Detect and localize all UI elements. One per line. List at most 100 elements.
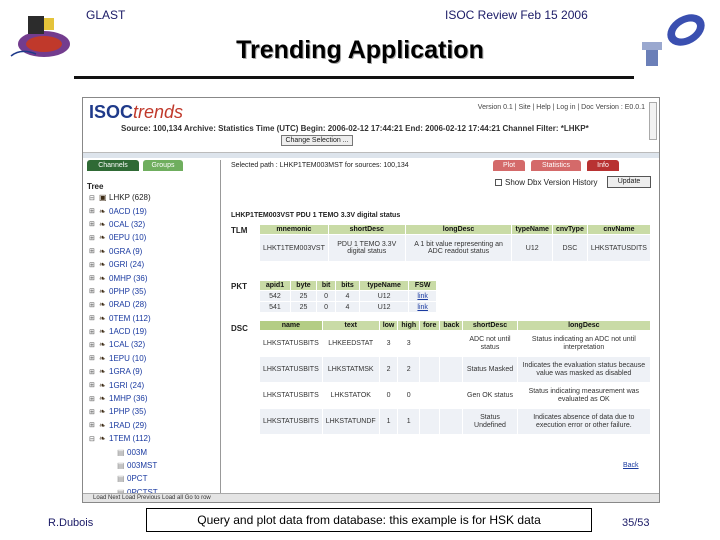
tree-item[interactable]: ⊞ ❧ 0GRI (24) — [89, 258, 219, 271]
expand-icon[interactable]: ⊞ — [89, 408, 99, 416]
column-header[interactable]: byte — [289, 280, 318, 291]
column-header[interactable]: shortDesc — [462, 320, 518, 331]
expand-icon[interactable]: ⊞ — [89, 421, 99, 429]
tree-item[interactable]: ⊞ ❧ 0GRA (9) — [89, 245, 219, 258]
checkbox-icon[interactable] — [495, 179, 502, 187]
column-header[interactable]: shortDesc — [327, 224, 406, 235]
table-cell: A 1 bit value representing an ADC readou… — [404, 234, 513, 262]
header-left: GLAST — [86, 8, 126, 22]
expand-icon[interactable]: ⊞ — [89, 395, 99, 403]
tree-item[interactable]: ⊞ ❧ 1MHP (36) — [89, 392, 219, 405]
tab-statistics[interactable]: Statistics — [531, 160, 581, 171]
column-header[interactable]: typeName — [358, 280, 410, 291]
tree-item[interactable]: ⊞ ❧ 0ACD (19) — [89, 204, 219, 217]
column-header[interactable]: mnemonic — [259, 224, 329, 235]
expand-icon[interactable]: ⊞ — [89, 220, 99, 228]
folder-icon: ▣ — [99, 193, 107, 203]
change-selection-button[interactable]: Change Selection ... — [281, 135, 353, 146]
expand-icon[interactable]: ⊞ — [89, 207, 99, 215]
tree-item[interactable]: ⊞ ❧ 1CAL (32) — [89, 338, 219, 351]
expand-icon[interactable]: ⊞ — [89, 328, 99, 336]
tree-item[interactable]: ⊞ ❧ 1RAD (29) — [89, 419, 219, 432]
tree-root[interactable]: ⊟ ▣ LHKP (628) — [89, 191, 219, 204]
tree-item[interactable]: ⊞ ❧ 0MHP (36) — [89, 271, 219, 284]
tab-channels[interactable]: Channels — [87, 160, 139, 171]
table-cell: LHKSTATUSBITS — [259, 382, 323, 409]
expand-icon[interactable]: ⊞ — [89, 354, 99, 362]
tree-item[interactable]: ⊞ ❧ 1EPU (10) — [89, 352, 219, 365]
expand-icon[interactable]: ⊞ — [89, 368, 99, 376]
table-cell: 25 — [289, 301, 318, 313]
dbx-history-checkbox[interactable]: Show Dbx Version History — [495, 178, 597, 187]
tree-item[interactable]: ⊞ ❧ 1GRA (9) — [89, 365, 219, 378]
column-header[interactable]: bit — [316, 280, 337, 291]
top-links[interactable]: Version 0.1 | Site | Help | Log in | Doc… — [478, 104, 645, 111]
expand-icon[interactable]: ⊞ — [89, 261, 99, 269]
expand-icon[interactable]: ⊞ — [89, 234, 99, 242]
tree-label: Tree — [87, 182, 104, 191]
title-rule — [74, 76, 634, 79]
table-cell: LHKSTATOK — [321, 382, 380, 409]
tree-item[interactable]: ⊟ ❧ 1TEM (112) — [89, 432, 219, 445]
header-scrollbar[interactable] — [649, 102, 657, 140]
back-link[interactable]: Back — [623, 462, 639, 469]
tab-groups[interactable]: Groups — [143, 160, 183, 171]
expand-icon[interactable]: ⊞ — [89, 301, 99, 309]
tree-item[interactable]: ⊞ ❧ 0CAL (32) — [89, 218, 219, 231]
tab-plot[interactable]: Plot — [493, 160, 525, 171]
expand-icon[interactable]: ⊞ — [89, 247, 99, 255]
table-cell: Indicates the evaluation status because … — [516, 356, 652, 383]
column-header[interactable]: name — [259, 320, 323, 331]
tree-item-label: 0TEM (112) — [109, 313, 151, 323]
column-header[interactable]: cnvName — [586, 224, 652, 235]
slide-title: Trending Application — [236, 36, 484, 64]
table-cell[interactable]: link — [408, 290, 437, 302]
column-header[interactable]: high — [397, 320, 421, 331]
tab-info[interactable]: Info — [587, 160, 619, 171]
collapse-icon[interactable]: ⊟ — [89, 435, 99, 443]
column-header[interactable]: FSW — [408, 280, 437, 291]
tree-subitem[interactable]: ▤ 0PCT — [89, 472, 219, 485]
table-cell — [419, 382, 441, 409]
tree-subitem[interactable]: ▤ 003M — [89, 445, 219, 458]
column-header[interactable]: low — [378, 320, 399, 331]
tree-item-label: 0GRA (9) — [109, 246, 143, 256]
tree-item[interactable]: ⊞ ❧ 0TEM (112) — [89, 312, 219, 325]
expand-icon[interactable]: ⊞ — [89, 274, 99, 282]
tree-item[interactable]: ⊞ ❧ 0RAD (28) — [89, 298, 219, 311]
column-header[interactable]: back — [439, 320, 464, 331]
header-right: ISOC Review Feb 15 2006 — [445, 8, 588, 22]
tree-item[interactable]: ⊞ ❧ 1ACD (19) — [89, 325, 219, 338]
tree-item[interactable]: ⊞ ❧ 1PHP (35) — [89, 405, 219, 418]
bottom-toolbar[interactable]: Load Next Load Previous Load all Go to r… — [83, 493, 659, 502]
tree-item[interactable]: ⊞ ❧ 1GRI (24) — [89, 378, 219, 391]
column-header[interactable]: text — [321, 320, 380, 331]
table-cell: Gen OK status — [462, 382, 518, 409]
column-header[interactable]: fore — [419, 320, 441, 331]
expand-icon[interactable]: ⊞ — [89, 314, 99, 322]
collapse-icon[interactable]: ⊟ — [89, 194, 99, 202]
column-header[interactable]: typeName — [511, 224, 553, 235]
column-header[interactable]: cnvType — [551, 224, 588, 235]
expand-icon[interactable]: ⊞ — [89, 287, 99, 295]
tree-item[interactable]: ⊞ ❧ 0EPU (10) — [89, 231, 219, 244]
table-cell: LHKSTATUSBITS — [259, 408, 323, 435]
update-button[interactable]: Update — [607, 176, 651, 188]
tree-item[interactable]: ⊞ ❧ 0PHP (35) — [89, 285, 219, 298]
column-header[interactable]: longDesc — [404, 224, 513, 235]
column-header[interactable]: apid1 — [259, 280, 291, 291]
table-cell[interactable]: link — [408, 301, 437, 313]
table-cell: 0 — [316, 290, 337, 302]
table-cell — [439, 356, 464, 383]
pkt-table: apid1 byte bit bits typeName FSW 542 25 0 4 U12 li… — [259, 280, 437, 313]
tree-subitem[interactable]: ▤ 003MST — [89, 459, 219, 472]
column-header[interactable]: longDesc — [516, 320, 652, 331]
expand-icon[interactable]: ⊞ — [89, 381, 99, 389]
section-pkt: PKT — [231, 282, 247, 291]
column-header[interactable]: bits — [335, 280, 360, 291]
tree-item-label: 1PHP (35) — [109, 407, 147, 417]
group-icon: ❧ — [99, 434, 106, 444]
group-icon: ❧ — [99, 380, 106, 390]
expand-icon[interactable]: ⊞ — [89, 341, 99, 349]
table-cell: LHKSTATUSDITS — [586, 234, 652, 262]
